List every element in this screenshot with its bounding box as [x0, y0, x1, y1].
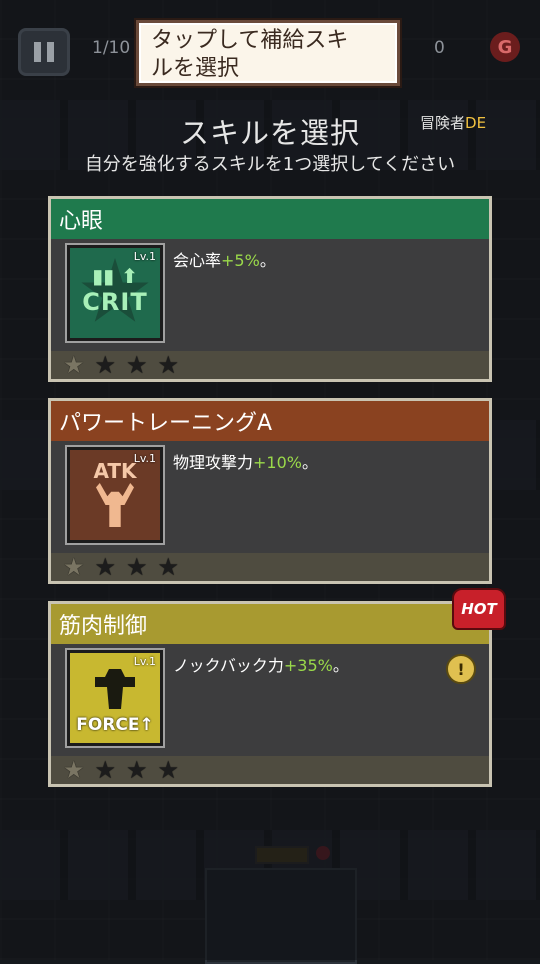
- pause-icon: [34, 42, 41, 62]
- star-icon-empty: ★: [94, 553, 117, 581]
- hint-line-1: タップして補給スキ: [151, 28, 349, 53]
- star-icon-empty: ★: [157, 351, 180, 379]
- skill-name: 心眼: [51, 199, 489, 239]
- skill-card-atk[interactable]: パワートレーニングA ATK Lv.1 物理攻撃力+10%。 ★ ★ ★ ★: [48, 398, 492, 584]
- star-rating: ★ ★ ★ ★: [51, 756, 489, 784]
- star-icon-empty: ★: [94, 756, 117, 784]
- skill-level: Lv.1: [133, 250, 156, 263]
- skill-level: Lv.1: [133, 452, 156, 465]
- gold-icon: G: [490, 32, 520, 62]
- force-icon: FORCE↑ Lv.1: [65, 648, 165, 748]
- pause-button[interactable]: [18, 28, 70, 76]
- star-icon-empty: ★: [126, 351, 148, 379]
- skill-description: 物理攻撃力+10%。: [173, 453, 318, 472]
- page-subtitle: 自分を強化するスキルを1つ選択してください: [84, 154, 456, 175]
- rank-label: DE: [465, 114, 487, 132]
- star-rating: ★ ★ ★ ★: [51, 553, 489, 581]
- star-icon-filled: ★: [63, 351, 85, 379]
- icon-label: ATK: [93, 459, 137, 483]
- strongman-icon: [95, 669, 135, 709]
- icon-label: CRIT: [82, 288, 148, 316]
- star-icon-empty: ★: [94, 351, 117, 379]
- star-icon-empty: ★: [157, 553, 180, 581]
- adventurer-rank: 冒険者DE: [420, 114, 487, 132]
- skill-card-crit[interactable]: 心眼 ▮▮ ⬆ CRIT Lv.1 会心率+5%。 ★ ★ ★ ★: [48, 196, 492, 382]
- skill-name: 筋肉制御: [51, 604, 489, 644]
- info-icon[interactable]: !: [446, 654, 476, 684]
- skill-name: パワートレーニングA: [51, 401, 489, 441]
- skill-description: ノックバック力+35%。: [173, 656, 349, 675]
- icon-label: FORCE↑: [76, 715, 154, 735]
- hot-badge: HOT: [452, 588, 506, 630]
- skill-description: 会心率+5%。: [173, 251, 276, 270]
- star-rating: ★ ★ ★ ★: [51, 351, 489, 379]
- coin-counter: 0: [434, 38, 445, 58]
- skill-level: Lv.1: [133, 655, 156, 668]
- skill-card-force[interactable]: 筋肉制御 FORCE↑ Lv.1 ノックバック力+35%。 ★ ★ ★ ★: [48, 601, 492, 787]
- wave-counter: 1/10: [92, 38, 131, 58]
- star-icon-filled: ★: [63, 756, 85, 784]
- crit-icon: ▮▮ ⬆ CRIT Lv.1: [65, 243, 165, 343]
- star-icon-empty: ★: [157, 756, 180, 784]
- star-icon-empty: ★: [126, 553, 148, 581]
- star-icon-filled: ★: [63, 553, 85, 581]
- star-icon-empty: ★: [126, 756, 148, 784]
- hint-line-2: ルを選択: [151, 56, 240, 81]
- muscle-figure-icon: [96, 483, 134, 527]
- atk-icon: ATK Lv.1: [65, 445, 165, 545]
- hint-tooltip: タップして補給スキ ルを選択: [136, 20, 400, 86]
